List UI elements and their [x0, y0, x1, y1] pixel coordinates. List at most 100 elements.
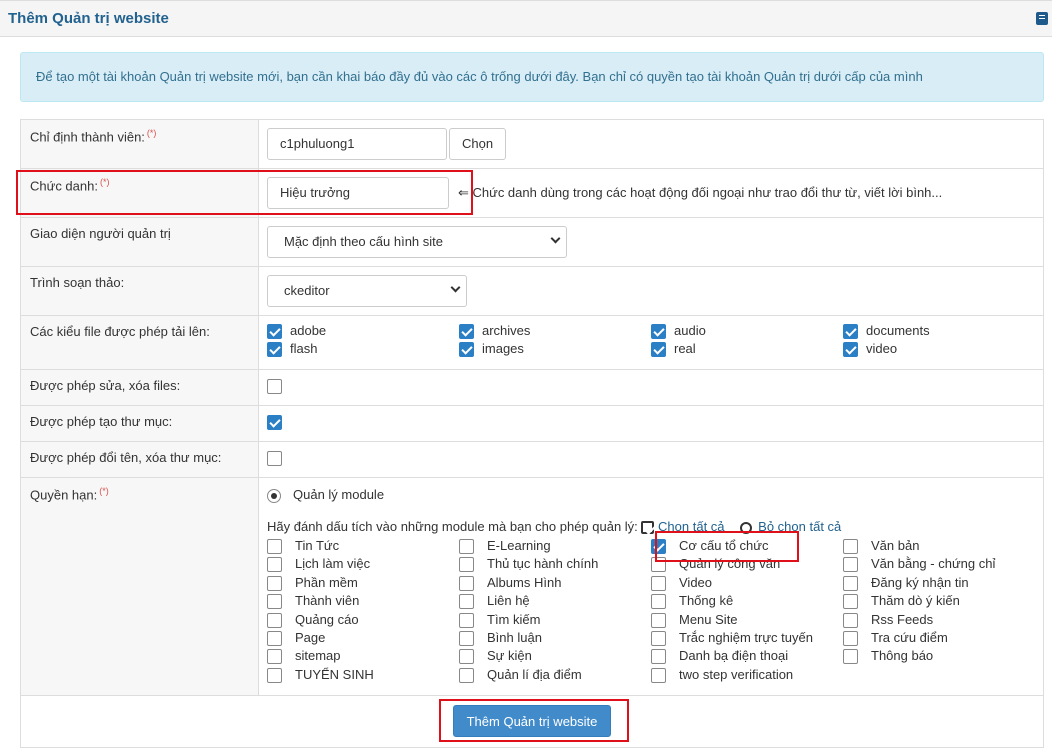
module-checkbox[interactable] — [459, 612, 474, 628]
module-checkbox[interactable] — [843, 649, 858, 665]
module-checkbox[interactable] — [651, 631, 666, 647]
module-option[interactable]: TUYỂN SINH — [267, 666, 459, 684]
module-label: Page — [295, 629, 326, 645]
checkbox[interactable] — [459, 324, 474, 340]
module-option[interactable]: Thông báo — [843, 647, 1035, 665]
module-checkbox[interactable] — [267, 631, 282, 647]
module-option[interactable]: Tin Tức — [267, 537, 459, 555]
filetype-option[interactable]: audio — [651, 322, 843, 340]
checkbox[interactable] — [267, 324, 282, 340]
select-all-icon[interactable] — [641, 521, 655, 535]
checkbox[interactable] — [843, 342, 858, 358]
panel-header: Thêm Quản trị website — [0, 0, 1052, 37]
chevron-down-icon — [450, 282, 461, 293]
module-checkbox[interactable] — [267, 612, 282, 628]
module-checkbox[interactable] — [459, 575, 474, 591]
module-checkbox[interactable] — [267, 539, 282, 555]
module-option[interactable]: Phần mềm — [267, 574, 459, 592]
module-option[interactable]: Trắc nghiệm trực tuyến — [651, 629, 843, 647]
module-option[interactable]: Thăm dò ý kiến — [843, 592, 1035, 610]
checkbox[interactable] — [651, 324, 666, 340]
module-label: Thành viên — [295, 593, 360, 609]
module-label: Tin Tức — [295, 538, 340, 553]
module-label: Menu Site — [679, 611, 738, 627]
choose-member-button[interactable]: Chọn — [449, 128, 507, 160]
manage-module-radio[interactable] — [267, 488, 281, 503]
module-option[interactable]: Tìm kiếm — [459, 611, 651, 629]
module-option[interactable]: E-Learning — [459, 537, 651, 555]
module-option[interactable]: Sự kiện — [459, 647, 651, 665]
module-checkbox[interactable] — [459, 539, 474, 555]
filetype-option[interactable]: documents — [843, 322, 1035, 340]
module-option[interactable]: Page — [267, 629, 459, 647]
allow-rename-dir-checkbox[interactable] — [267, 451, 282, 467]
module-option[interactable]: Văn bằng - chứng chỉ — [843, 555, 1035, 573]
module-checkbox[interactable] — [651, 575, 666, 591]
module-checkbox[interactable] — [651, 667, 666, 683]
module-checkbox[interactable] — [459, 649, 474, 665]
module-checkbox[interactable] — [267, 575, 282, 591]
allow-create-dir-checkbox[interactable] — [267, 415, 282, 431]
module-checkbox[interactable] — [843, 631, 858, 647]
module-option[interactable]: two step verification — [651, 666, 843, 684]
module-checkbox[interactable] — [843, 612, 858, 628]
module-option[interactable]: sitemap — [267, 647, 459, 665]
editor-select-value: ckeditor — [284, 283, 330, 298]
page-title: Thêm Quản trị website — [8, 10, 169, 27]
filetype-option[interactable]: flash — [267, 340, 459, 358]
module-checkbox[interactable] — [267, 667, 282, 683]
module-checkbox[interactable] — [267, 649, 282, 665]
module-option[interactable]: Lịch làm việc — [267, 555, 459, 573]
module-checkbox[interactable] — [267, 557, 282, 573]
module-checkbox[interactable] — [843, 575, 858, 591]
filetype-option[interactable]: archives — [459, 322, 651, 340]
module-option[interactable]: Thống kê — [651, 592, 843, 610]
module-option[interactable]: Thành viên — [267, 592, 459, 610]
module-label: Video — [679, 574, 713, 590]
module-checkbox[interactable] — [843, 557, 858, 573]
module-option[interactable]: Video — [651, 574, 843, 592]
module-checkbox[interactable] — [843, 594, 858, 610]
checkbox[interactable] — [651, 342, 666, 358]
module-label: Quảng cáo — [295, 611, 359, 627]
module-checkbox[interactable] — [267, 594, 282, 610]
module-option[interactable]: Đăng ký nhận tin — [843, 574, 1035, 592]
checkbox[interactable] — [267, 342, 282, 358]
allow-edit-files-checkbox[interactable] — [267, 379, 282, 395]
module-option[interactable]: Danh bạ điện thoại — [651, 647, 843, 665]
module-label: Văn bản — [871, 538, 920, 553]
book-icon[interactable] — [1036, 12, 1048, 25]
permissions-label: Quyền hạn: — [30, 487, 98, 503]
module-checkbox[interactable] — [843, 539, 858, 555]
module-checkbox[interactable] — [651, 649, 666, 665]
module-checkbox[interactable] — [459, 594, 474, 610]
filetype-option[interactable]: video — [843, 340, 1035, 358]
allow-create-dir-label: Được phép tạo thư mục: — [30, 414, 173, 429]
module-option[interactable]: Tra cứu điểm — [843, 629, 1035, 647]
module-option[interactable]: Menu Site — [651, 611, 843, 629]
module-checkbox[interactable] — [459, 557, 474, 573]
module-option[interactable]: Quản lí địa điểm — [459, 666, 651, 684]
module-option[interactable]: Thủ tục hành chính — [459, 555, 651, 573]
module-option[interactable]: Quảng cáo — [267, 611, 459, 629]
checkbox[interactable] — [843, 324, 858, 340]
module-checkbox[interactable] — [651, 612, 666, 628]
checkbox[interactable] — [459, 342, 474, 358]
member-input[interactable]: c1phuluong1 — [267, 128, 447, 160]
module-label: Đăng ký nhận tin — [871, 574, 969, 590]
filetype-option[interactable]: adobe — [267, 322, 459, 340]
module-checkbox[interactable] — [651, 594, 666, 610]
module-checkbox[interactable] — [459, 667, 474, 683]
module-option[interactable]: Rss Feeds — [843, 611, 1035, 629]
module-radio-row[interactable]: Quản lý module — [267, 486, 1035, 504]
filetype-option[interactable]: real — [651, 340, 843, 358]
theme-select[interactable]: Mặc định theo cấu hình site — [267, 226, 567, 258]
editor-select[interactable]: ckeditor — [267, 275, 467, 307]
module-checkbox[interactable] — [459, 631, 474, 647]
module-label: E-Learning — [487, 538, 551, 553]
module-option[interactable]: Albums Hình — [459, 574, 651, 592]
filetype-option[interactable]: images — [459, 340, 651, 358]
module-option[interactable]: Liên hệ — [459, 592, 651, 610]
module-option[interactable]: Bình luận — [459, 629, 651, 647]
module-option[interactable]: Văn bản — [843, 537, 1035, 555]
